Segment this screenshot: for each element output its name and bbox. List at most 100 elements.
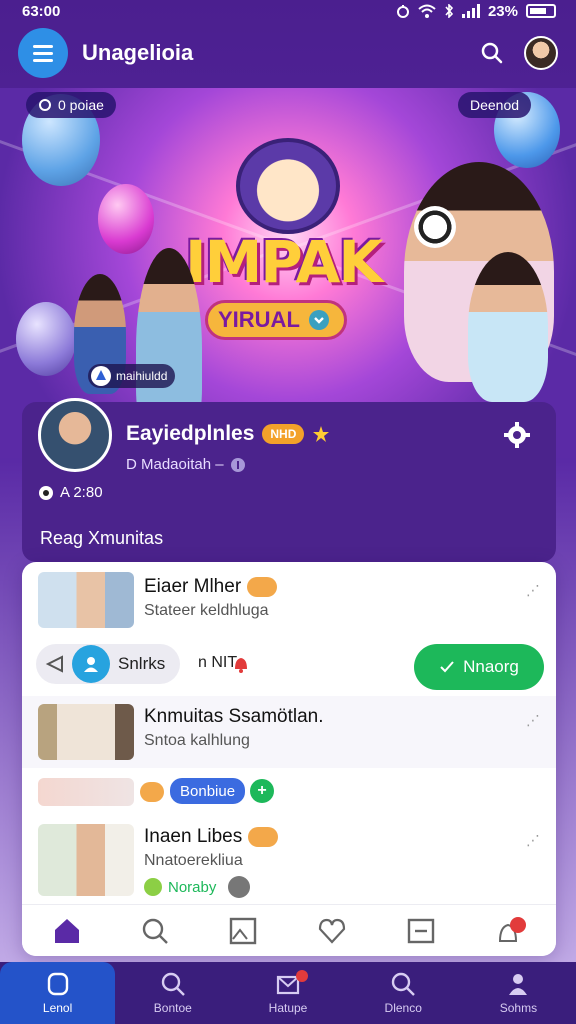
list-item[interactable]: Inaen Libes Nnatoerekliua Noraby ⋰ xyxy=(22,820,556,900)
profile-count: A 2:80 xyxy=(60,484,103,501)
soccer-icon xyxy=(39,485,53,500)
friends-chip[interactable]: Snlrks xyxy=(36,644,180,684)
list-thumbnail xyxy=(38,824,134,896)
banner-badge[interactable]: maihiuldd xyxy=(88,364,176,388)
menu-icon-line xyxy=(33,51,53,55)
balloon-image xyxy=(16,302,76,376)
person-icon xyxy=(509,974,528,995)
community-list: Eiaer Mlher Stateer keldhluga ⋰ Snlrks n… xyxy=(22,562,556,956)
bluetooth-icon xyxy=(445,4,454,18)
status-time: 63:00 xyxy=(22,2,61,20)
banner-logo-sub: YIRUAL xyxy=(205,300,347,340)
profile-subtitle-row: D Madaoitah – xyxy=(126,456,246,473)
list-item[interactable]: Eiaer Mlher Stateer keldhluga ⋰ xyxy=(22,564,556,636)
nav-label: Lenol xyxy=(42,1001,73,1015)
list-item-title-row: Inaen Libes xyxy=(144,826,279,848)
home-icon[interactable] xyxy=(52,917,82,945)
profile-name: Eayiedplnles xyxy=(126,422,255,445)
menu-icon xyxy=(33,44,53,48)
tag-chip[interactable]: Bonbiue xyxy=(170,778,246,804)
list-item-title-row: Eiaer Mlher xyxy=(144,576,278,598)
profile-avatar[interactable] xyxy=(38,398,112,472)
more-icon[interactable]: ⋰ xyxy=(526,582,540,599)
mail-notification-dot xyxy=(296,970,309,982)
menu-button[interactable] xyxy=(18,28,68,78)
profile-card: Eayiedplnles NHD D Madaoitah – A 2:80 Re… xyxy=(22,398,556,562)
bottom-nav: Lenol Bontoe Hatupe Dlenco Sohms xyxy=(0,962,576,1024)
section-title: Reag Xmunitas xyxy=(40,528,164,548)
mascot-image xyxy=(236,138,340,234)
profile-badge: NHD xyxy=(262,424,305,444)
alarm-icon xyxy=(396,5,409,18)
list-item-title: Eiaer Mlher xyxy=(144,576,242,597)
battery-text: 23% xyxy=(487,2,518,20)
info-icon xyxy=(230,457,245,472)
join-button-label: Nnaorg xyxy=(463,657,519,676)
balloon-image xyxy=(98,184,154,254)
status-icons: 23% xyxy=(396,3,556,20)
search-icon[interactable] xyxy=(141,917,169,945)
heart-icon[interactable] xyxy=(317,917,347,945)
settings-icon[interactable] xyxy=(504,422,530,448)
list-item-title: Knmuitas Ssamötlan. xyxy=(144,706,324,727)
join-button[interactable]: Nnaorg xyxy=(414,644,544,690)
menu-icon-line xyxy=(33,58,53,62)
status-bar: 63:00 23% xyxy=(0,0,576,22)
add-tag-button[interactable]: + xyxy=(250,779,274,803)
notification-icon[interactable] xyxy=(496,916,527,945)
nav-item-search[interactable]: Bontoe xyxy=(115,962,230,1024)
profile-count-row: A 2:80 xyxy=(38,484,103,501)
search-icon xyxy=(481,42,503,64)
list-item-subtitle: Stateer keldhluga xyxy=(144,602,269,619)
banner-left-pill-label: 0 poiae xyxy=(58,97,104,113)
bell-icon xyxy=(235,658,247,673)
star-icon xyxy=(313,426,330,442)
signal-icon xyxy=(461,4,480,18)
list-thumbnail xyxy=(38,572,134,628)
nav-item-mail[interactable]: Hatupe xyxy=(230,962,345,1024)
minus-box-icon[interactable] xyxy=(406,917,436,945)
nav-label: Bontoe xyxy=(153,1001,192,1015)
check-icon xyxy=(440,661,454,673)
friends-chip-label: Snlrks xyxy=(118,654,166,673)
profile-subtitle: D Madaoitah – xyxy=(126,456,224,473)
gallery-icon[interactable] xyxy=(229,917,257,945)
nav-item-profile[interactable]: Sohms xyxy=(461,962,576,1024)
home-outline-icon xyxy=(47,972,68,996)
list-item-subtitle: Sntoa kalhlung xyxy=(144,732,250,749)
profile-name-row: Eayiedplnles NHD xyxy=(126,422,330,446)
notification-dot xyxy=(510,916,527,933)
banner-right-pill-label: Deenod xyxy=(470,97,520,113)
tag-strip-image xyxy=(38,778,134,806)
more-icon[interactable]: ⋰ xyxy=(526,712,540,729)
nav-item-explore[interactable]: Dlenco xyxy=(346,962,461,1024)
banner-badge-label: maihiuldd xyxy=(116,369,168,383)
more-icon[interactable]: ⋰ xyxy=(526,832,540,849)
search-icon xyxy=(392,972,416,996)
user-avatar[interactable] xyxy=(524,36,558,70)
action-row: Snlrks n NIT Nnaorg xyxy=(22,636,556,692)
search-icon xyxy=(161,972,185,996)
tag-row: Bonbiue + xyxy=(22,774,556,810)
banner-right-pill[interactable]: Deenod xyxy=(458,92,532,118)
list-item-title: Inaen Libes xyxy=(144,826,243,847)
add-icon[interactable] xyxy=(228,876,251,898)
share-icon xyxy=(45,655,63,673)
list-item[interactable]: Knmuitas Ssamötlan. Sntoa kalhlung ⋰ xyxy=(22,696,556,768)
emoji-icon xyxy=(144,878,162,896)
nav-label: Dlenco xyxy=(384,1001,422,1015)
star-badge-icon xyxy=(91,366,111,386)
nav-label: Sohms xyxy=(499,1001,538,1015)
list-thumbnail xyxy=(38,704,134,760)
nav-label: Hatupe xyxy=(268,1001,308,1015)
ball-image xyxy=(414,206,456,248)
list-item-subtitle: Nnatoerekliua xyxy=(144,852,243,869)
banner-left-pill[interactable]: 0 poiae xyxy=(26,92,116,118)
emoji-icon xyxy=(248,827,279,847)
emoji-icon xyxy=(247,577,278,597)
app-bar: Unagelioia xyxy=(0,24,576,82)
nav-item-home[interactable]: Lenol xyxy=(0,962,116,1024)
logo-sub-label: YIRUAL xyxy=(218,307,300,332)
circle-icon xyxy=(39,99,51,111)
search-button[interactable] xyxy=(474,35,510,71)
